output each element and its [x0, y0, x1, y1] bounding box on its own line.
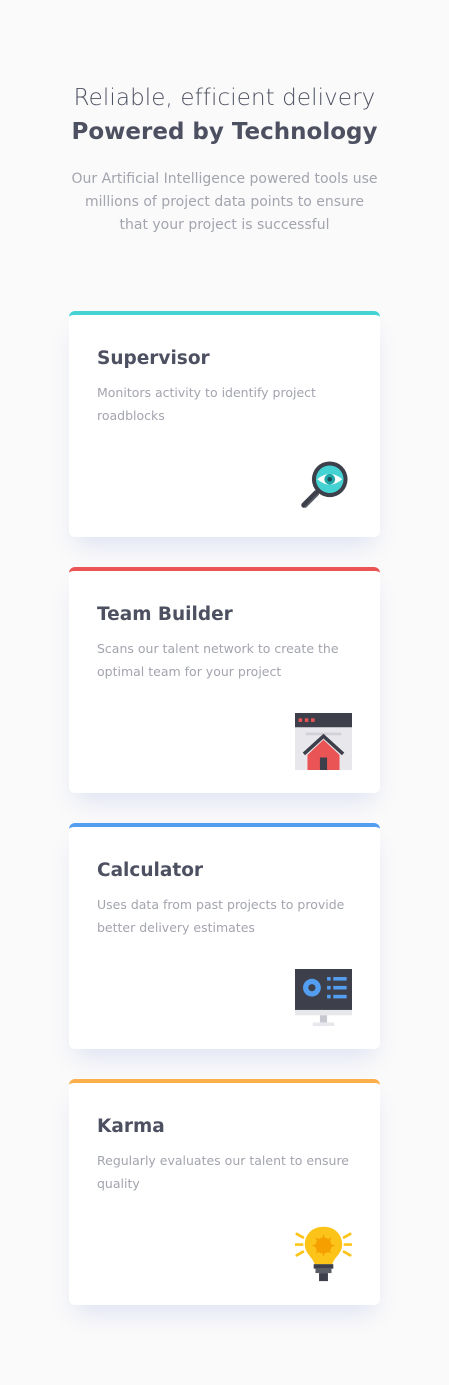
card-title: Team Builder — [97, 604, 233, 625]
card-description: Uses data from past projects to provide … — [97, 897, 345, 935]
browser-house-icon — [295, 713, 352, 770]
feature-card-supervisor: Supervisor Monitors activity to identify… — [69, 311, 380, 537]
card-description: Monitors activity to identify project ro… — [97, 385, 316, 423]
feature-card-team-builder: Team Builder Scans our talent network to… — [69, 567, 380, 793]
header-title: Powered by Technology — [71, 119, 378, 145]
feature-card-karma: Karma Regularly evaluates our talent to … — [69, 1079, 380, 1305]
card-title: Supervisor — [97, 348, 210, 369]
card-description: Scans our talent network to create the o… — [97, 641, 339, 679]
intro-header: Reliable, efficient delivery Powered by … — [0, 84, 449, 237]
card-description: Regularly evaluates our talent to ensure… — [97, 1153, 349, 1191]
header-subtitle: Reliable, efficient delivery — [73, 85, 376, 111]
magnifier-eye-icon — [295, 457, 352, 514]
card-title: Calculator — [97, 860, 204, 881]
monitor-dashboard-icon — [295, 969, 352, 1026]
feature-card-calculator: Calculator Uses data from past projects … — [69, 823, 380, 1049]
card-title: Karma — [97, 1116, 165, 1137]
header-description: Our Artificial Intelligence powered tool… — [71, 171, 378, 233]
lightbulb-icon — [295, 1225, 352, 1282]
